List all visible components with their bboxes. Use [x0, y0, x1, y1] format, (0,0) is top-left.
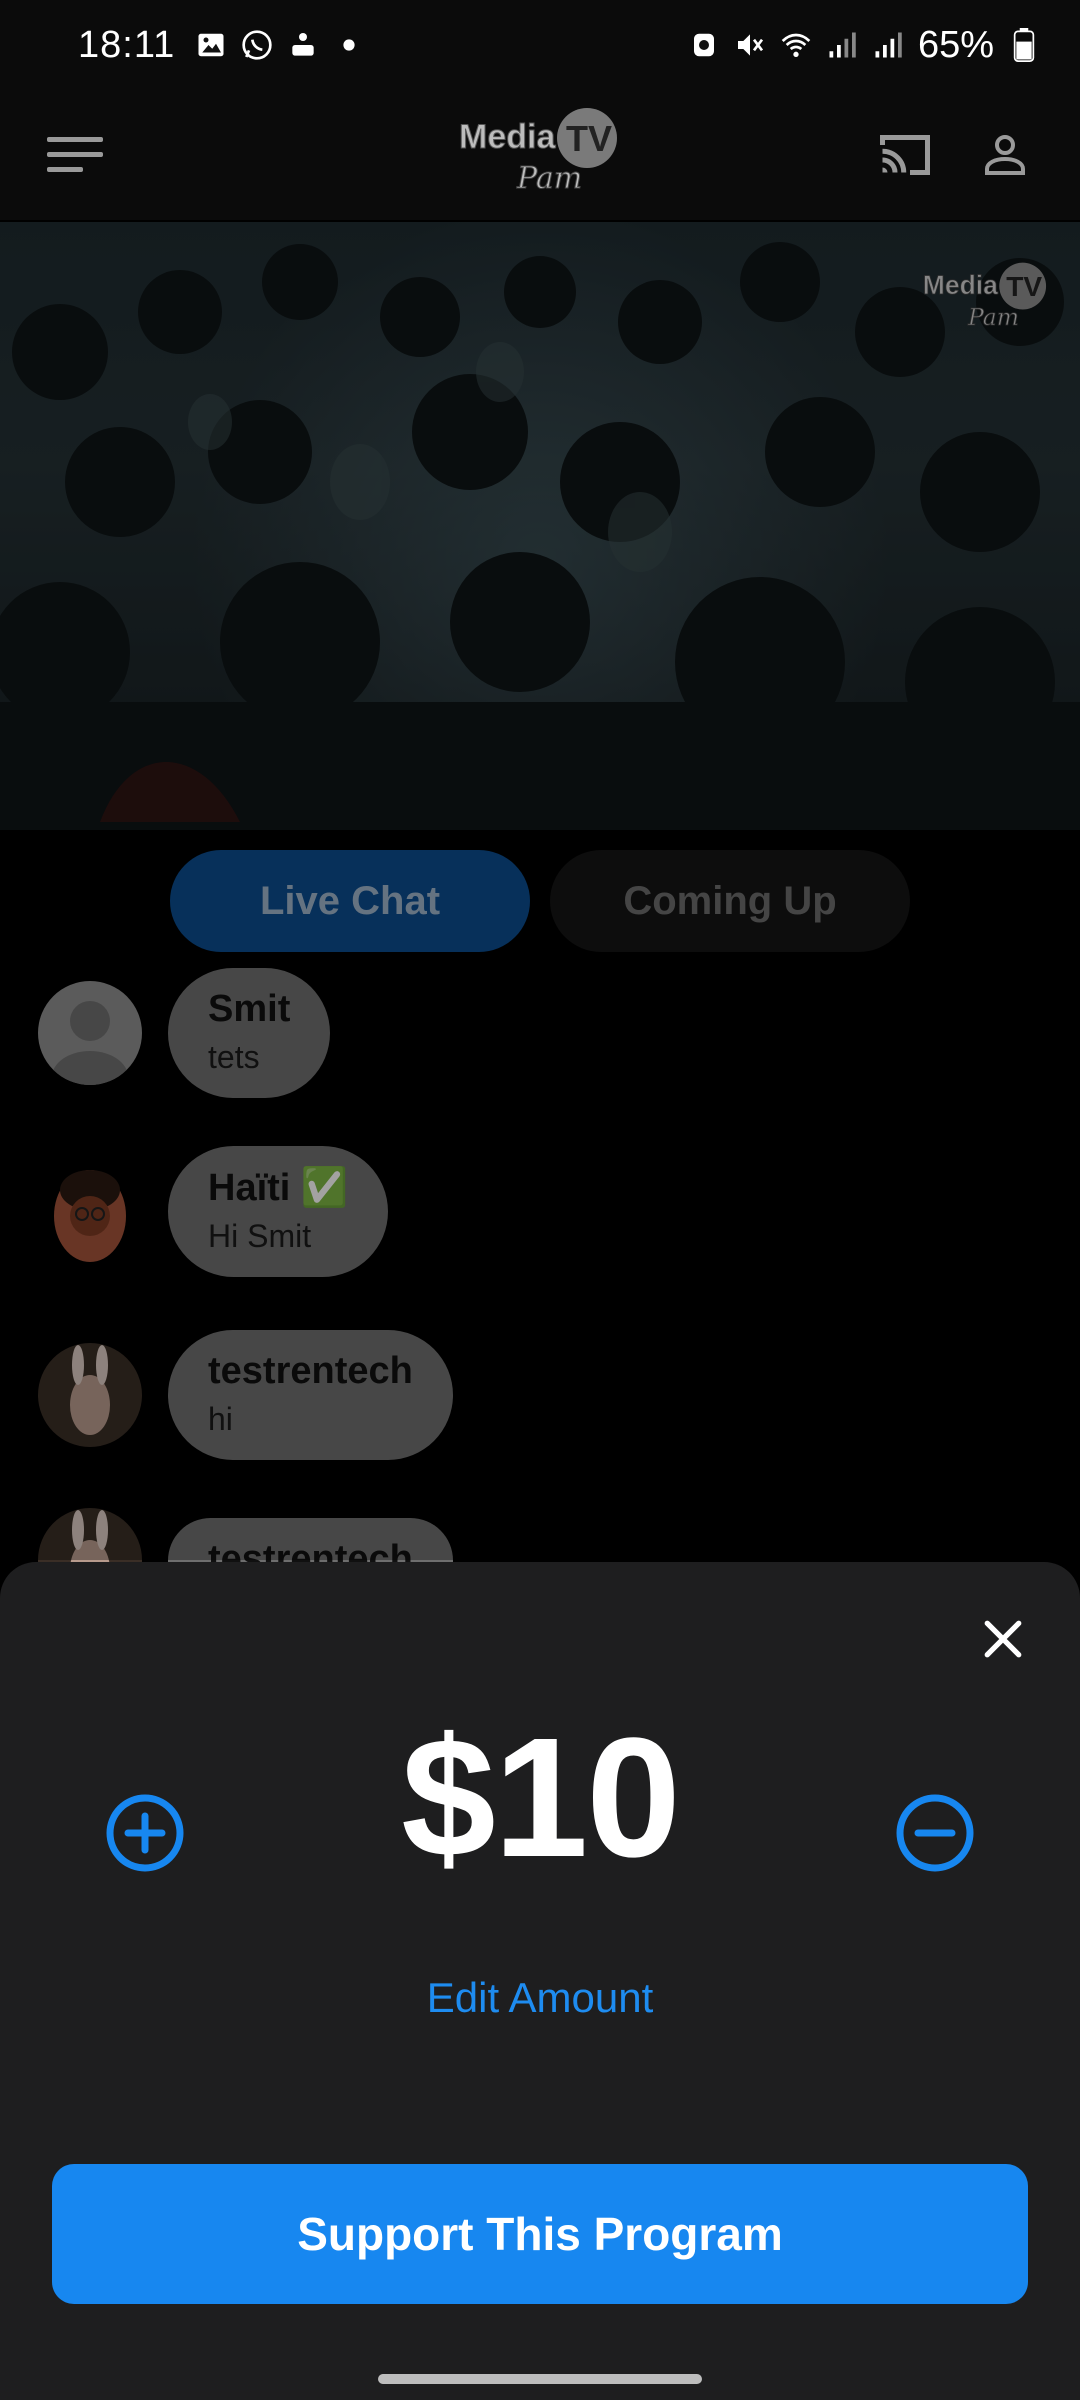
- signal-icon: [826, 29, 858, 61]
- signal-icon: [872, 29, 904, 61]
- close-icon: [984, 1620, 1022, 1658]
- chat-bubble: Smit tets: [168, 968, 331, 1098]
- chat-message: testrentech hi: [38, 1330, 453, 1460]
- chat-author: testrentech: [208, 1537, 413, 1563]
- chat-text: hi: [208, 1401, 233, 1437]
- cast-icon: [880, 135, 930, 175]
- whatsapp-icon: [241, 29, 273, 61]
- chat-message: Smit tets: [38, 968, 331, 1098]
- avatar: [38, 1343, 142, 1447]
- svg-text:TV: TV: [566, 118, 612, 159]
- chat-bubble: testrentech: [168, 1517, 453, 1563]
- menu-button[interactable]: [40, 120, 110, 190]
- status-bar: 18:11 65%: [0, 0, 1080, 90]
- svg-text:Pam: Pam: [967, 303, 1019, 331]
- chat-author: Smit: [208, 988, 291, 1030]
- status-time: 18:11: [78, 23, 176, 66]
- svg-text:Media: Media: [923, 270, 998, 300]
- tab-coming-up[interactable]: Coming Up: [550, 850, 910, 952]
- battery-icon: [1008, 28, 1040, 62]
- home-indicator[interactable]: [378, 2374, 702, 2384]
- cast-button[interactable]: [870, 120, 940, 190]
- avatar: [38, 1159, 142, 1264]
- chat-bubble: Haïti ✅ Hi Smit: [168, 1146, 389, 1277]
- video-player[interactable]: Media TV Pam: [0, 222, 1080, 830]
- news-app-icon: [287, 29, 319, 61]
- chat-author: testrentech: [208, 1350, 413, 1392]
- video-watermark-logo: Media TV Pam: [916, 258, 1056, 336]
- chat-bubble: testrentech hi: [168, 1330, 453, 1460]
- chat-message: Haïti ✅ Hi Smit: [38, 1146, 389, 1277]
- mute-icon: [734, 29, 766, 61]
- svg-text:TV: TV: [1006, 271, 1042, 302]
- app-bar: Media TV Pam: [0, 90, 1080, 220]
- battery-percent: 65%: [917, 23, 994, 66]
- chat-text: tets: [208, 1039, 260, 1075]
- close-button[interactable]: [966, 1602, 1040, 1676]
- avatar: [38, 981, 142, 1085]
- person-icon: [985, 135, 1025, 175]
- chat-message: testrentech: [38, 1508, 453, 1562]
- gesture-nav-bar: [0, 2362, 1080, 2400]
- minus-circle-icon: [896, 1794, 974, 1872]
- svg-text:Pam: Pam: [516, 161, 582, 196]
- chat-text: Hi Smit: [208, 1218, 312, 1254]
- profile-button[interactable]: [970, 120, 1040, 190]
- chat-author: Haïti ✅: [208, 1167, 349, 1209]
- app-logo: Media TV Pam: [455, 102, 625, 202]
- chat-list[interactable]: Smit tets Haïti ✅ Hi Smit testrentech hi…: [0, 962, 1080, 1562]
- dot-icon: [333, 29, 365, 61]
- svg-text:Media: Media: [459, 118, 556, 156]
- support-program-button[interactable]: Support This Program: [52, 2164, 1028, 2304]
- wifi-icon: [780, 29, 812, 61]
- avatar: [38, 1508, 142, 1562]
- edit-amount-link[interactable]: Edit Amount: [0, 1974, 1080, 2022]
- gallery-icon: [195, 29, 227, 61]
- decrease-amount-button[interactable]: [894, 1792, 976, 1874]
- hamburger-menu-icon: [47, 137, 103, 172]
- tab-live-chat[interactable]: Live Chat: [170, 850, 530, 952]
- tab-bar: Live Chat Coming Up: [170, 850, 910, 952]
- alarm-icon: [688, 29, 720, 61]
- donation-sheet: $10 Edit Amount Support This Program: [0, 1562, 1080, 2362]
